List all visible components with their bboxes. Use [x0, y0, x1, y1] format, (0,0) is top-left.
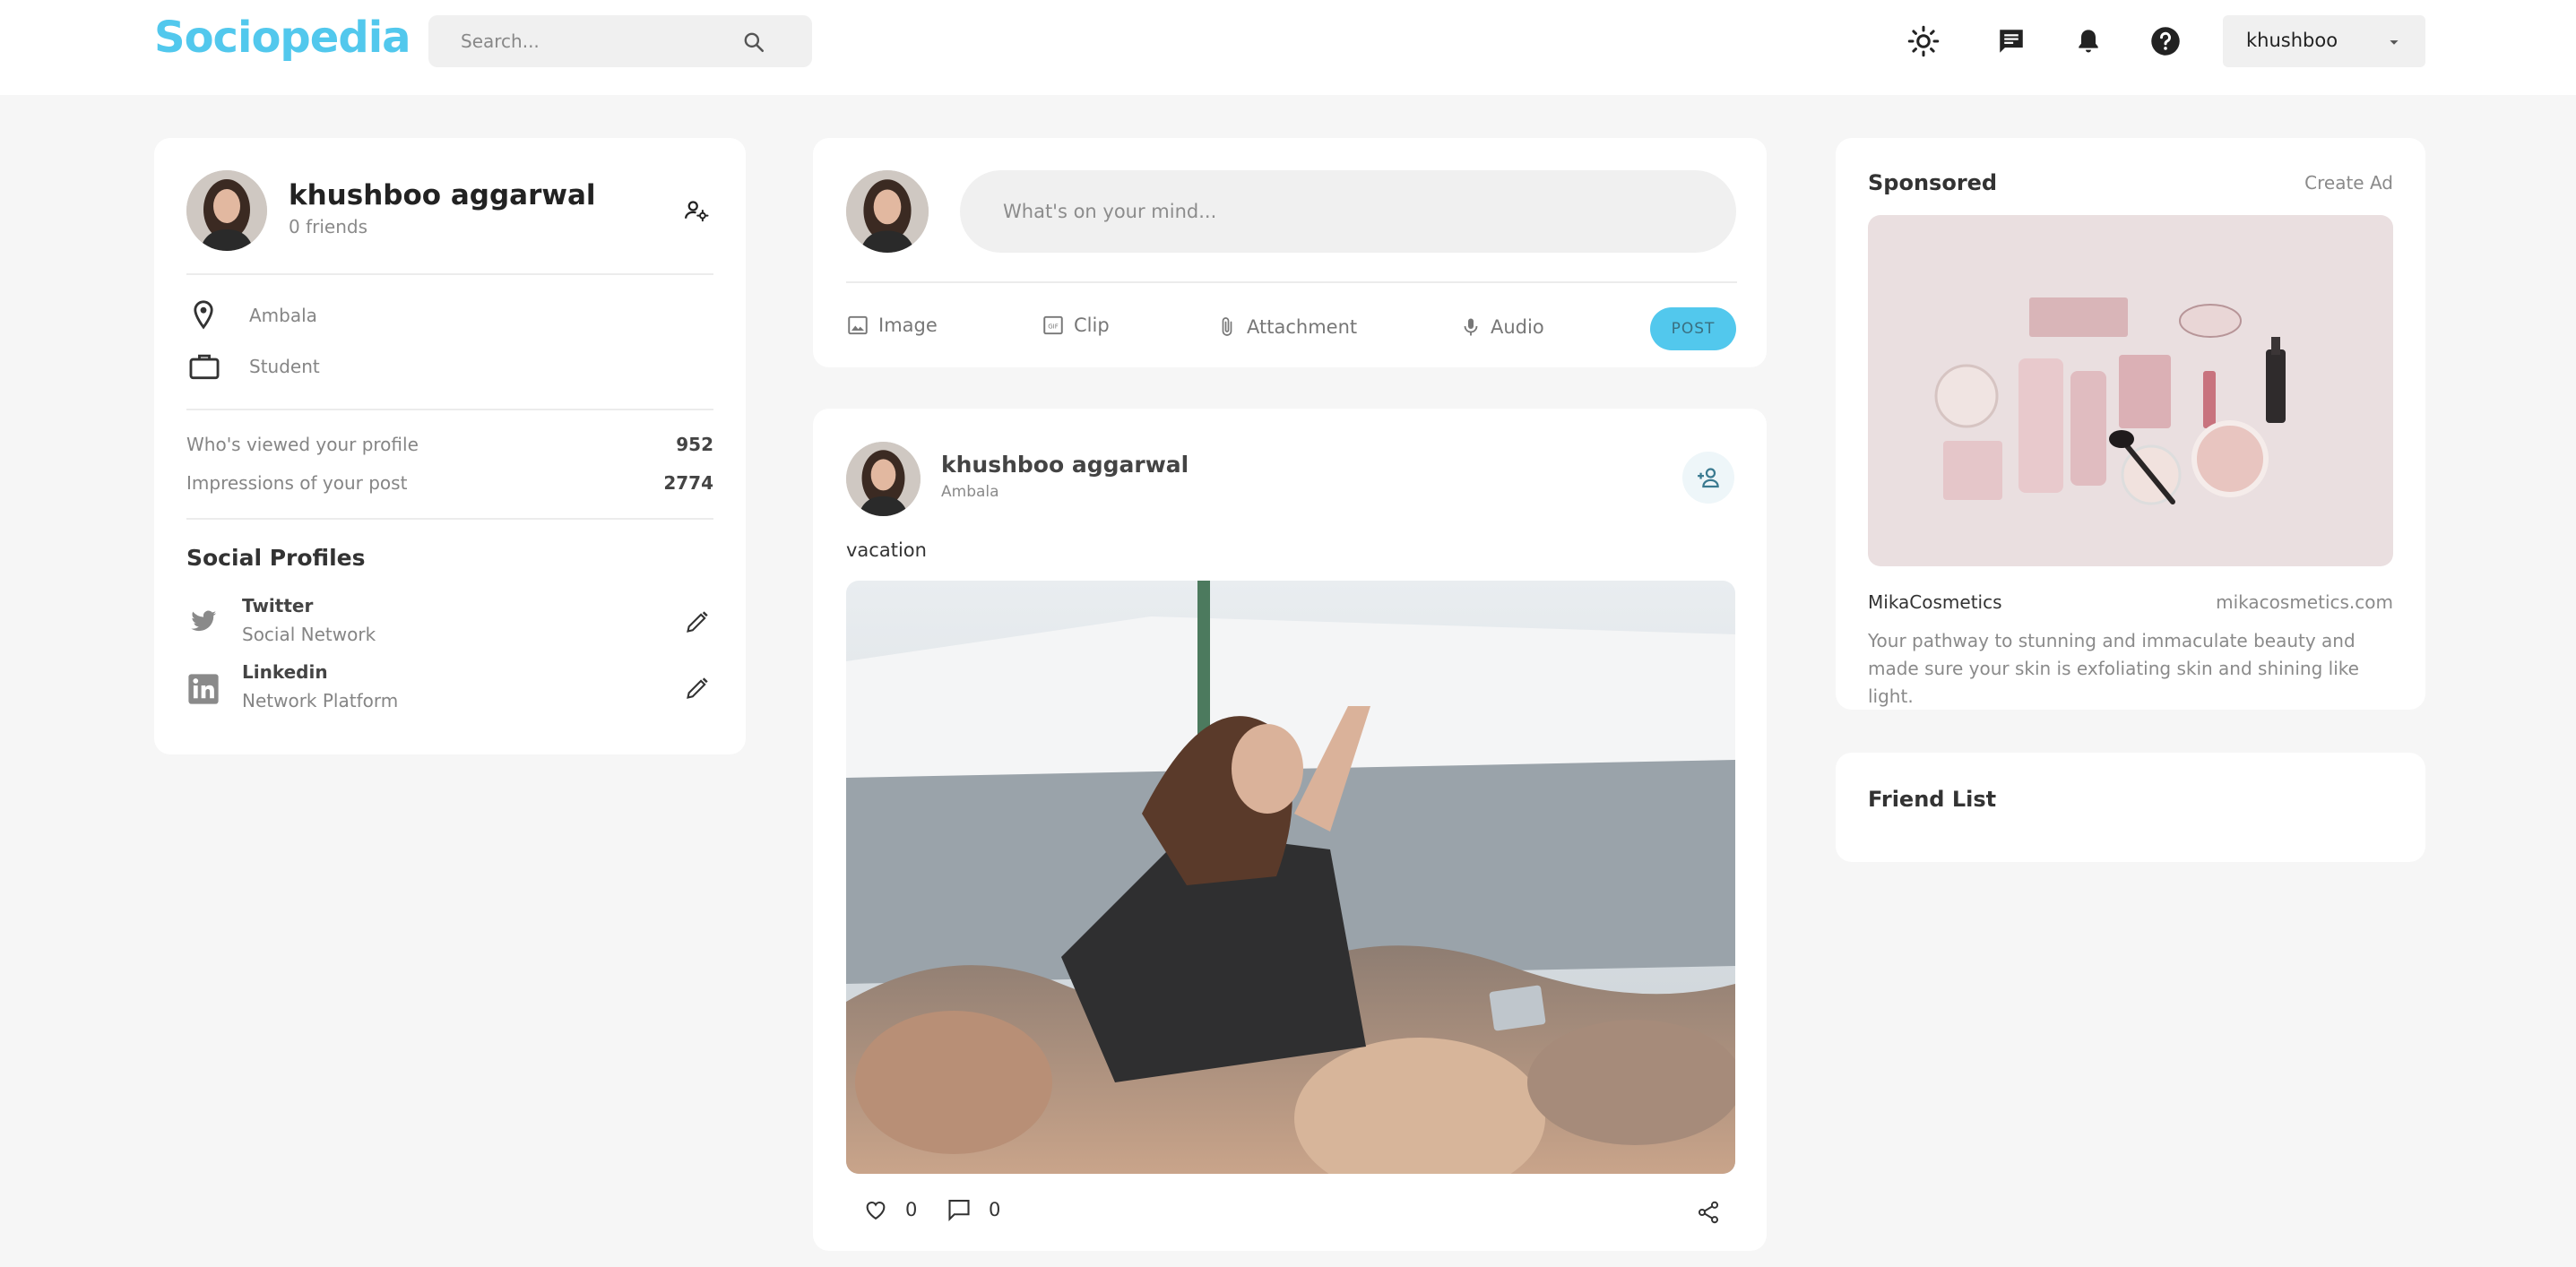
social-linkedin-sub: Network Platform	[242, 690, 399, 711]
location-text: Ambala	[249, 305, 317, 326]
divider	[846, 281, 1737, 283]
ad-url[interactable]: mikacosmetics.com	[2216, 591, 2393, 613]
image-icon	[848, 315, 868, 335]
linkedin-icon	[188, 674, 219, 704]
clip-tool-button[interactable]: GIF Clip	[1042, 314, 1110, 337]
post-description: vacation	[846, 539, 927, 561]
clip-tool-label: Clip	[1074, 315, 1110, 336]
divider	[186, 409, 713, 410]
social-linkedin-name: Linkedin	[242, 661, 328, 683]
post-button[interactable]: POST	[1650, 307, 1736, 350]
gif-icon: GIF	[1043, 315, 1063, 335]
help-icon[interactable]	[2148, 23, 2183, 59]
comment-count: 0	[989, 1199, 1001, 1220]
search-input[interactable]	[461, 29, 730, 54]
post-author-name[interactable]: khushboo aggarwal	[941, 452, 1189, 478]
heart-icon	[866, 1201, 886, 1220]
navbar: Sociopedia Search... khushboo	[0, 0, 2576, 95]
edit-icon[interactable]	[685, 676, 710, 701]
sponsored-title: Sponsored	[1868, 170, 1998, 195]
ad-brand-name: MikaCosmetics	[1868, 591, 2002, 613]
sun-icon[interactable]	[1906, 23, 1941, 59]
divider	[186, 273, 713, 275]
profile-card: khushboo aggarwal 0 friends Ambala Stude…	[154, 138, 746, 754]
social-twitter-name: Twitter	[242, 595, 314, 616]
search-bar	[428, 15, 812, 67]
ad-image[interactable]	[1868, 215, 2393, 566]
ad-description: Your pathway to stunning and immaculate …	[1868, 630, 2359, 707]
social-profiles-title: Social Profiles	[186, 545, 366, 571]
search-icon[interactable]	[742, 30, 765, 54]
post-author-location: Ambala	[941, 483, 999, 501]
audio-tool-label: Audio	[1491, 316, 1544, 338]
social-twitter-sub: Social Network	[242, 624, 376, 645]
occupation-text: Student	[249, 356, 320, 377]
attachment-tool-button[interactable]: Attachment	[1216, 314, 1357, 340]
svg-text:GIF: GIF	[1048, 322, 1059, 330]
image-tool-label: Image	[878, 315, 938, 336]
user-select[interactable]: khushboo	[2223, 15, 2425, 67]
avatar[interactable]	[846, 170, 929, 253]
message-icon[interactable]	[1993, 23, 2029, 59]
logo[interactable]: Sociopedia	[154, 13, 411, 63]
location-icon	[194, 300, 213, 330]
audio-tool-button[interactable]: Audio	[1460, 314, 1544, 340]
friend-list-card: Friend List	[1836, 753, 2425, 862]
avatar[interactable]	[846, 442, 921, 516]
avatar[interactable]	[186, 170, 267, 251]
twitter-icon	[191, 610, 217, 632]
create-ad-link[interactable]: Create Ad	[2304, 172, 2393, 194]
impressions-label: Impressions of your post	[186, 472, 408, 494]
edit-icon[interactable]	[685, 609, 710, 634]
profile-views-value: 952	[676, 434, 713, 455]
chevron-down-icon	[2390, 40, 2399, 45]
comment-button[interactable]: 0	[946, 1197, 1000, 1222]
post-card: khushboo aggarwal Ambala vacation 0 0	[813, 409, 1767, 1251]
bell-icon[interactable]	[2070, 23, 2106, 59]
friend-list-title: Friend List	[1868, 787, 1997, 812]
add-friend-button[interactable]	[1682, 452, 1734, 504]
profile-views-label: Who's viewed your profile	[186, 434, 419, 455]
user-select-value: khushboo	[2246, 30, 2338, 51]
friends-count: 0 friends	[289, 216, 367, 237]
attachment-tool-label: Attachment	[1247, 316, 1358, 338]
like-button[interactable]: 0	[862, 1197, 917, 1222]
impressions-value: 2774	[663, 472, 713, 494]
manage-account-icon[interactable]	[683, 197, 710, 224]
comment-icon	[948, 1200, 970, 1222]
divider	[186, 518, 713, 520]
profile-name[interactable]: khushboo aggarwal	[289, 179, 596, 211]
microphone-icon	[1464, 318, 1478, 336]
like-count: 0	[905, 1199, 918, 1220]
briefcase-icon	[189, 354, 220, 380]
share-icon[interactable]	[1696, 1200, 1721, 1225]
image-tool-button[interactable]: Image	[846, 314, 938, 337]
post-image[interactable]	[846, 581, 1735, 1174]
attachment-icon	[1222, 317, 1232, 336]
sponsored-card: Sponsored Create Ad MikaCosmetics mikaco…	[1836, 138, 2425, 710]
post-text-input[interactable]	[960, 170, 1736, 253]
create-post-card: Image GIF Clip Attachment Audio POST	[813, 138, 1767, 367]
person-add-icon	[1698, 468, 1719, 488]
